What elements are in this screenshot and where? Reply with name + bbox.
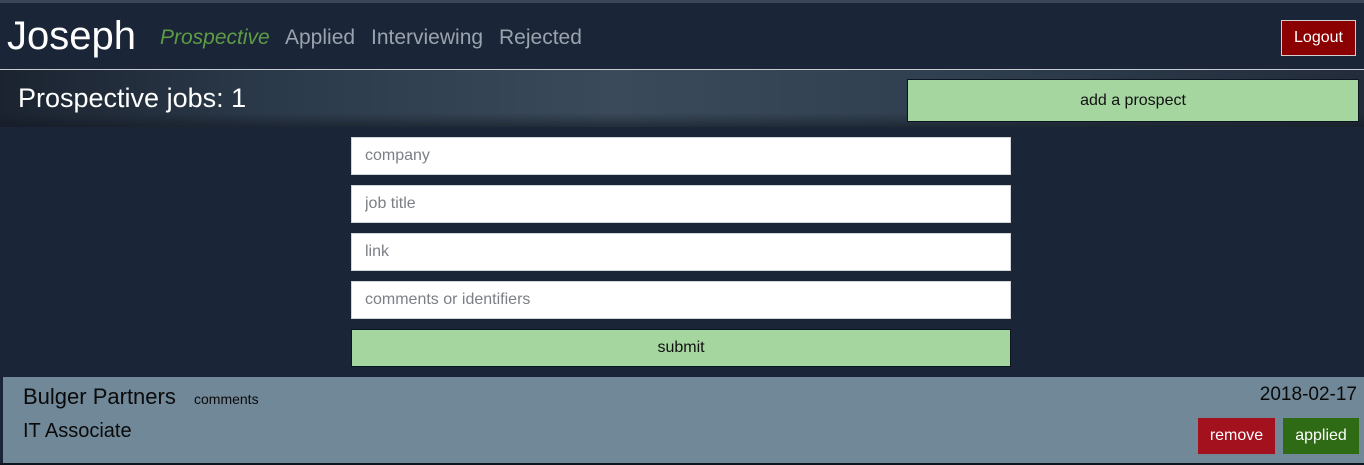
job-card: Bulger Partners comments IT Associate 20… [3, 377, 1364, 463]
submit-button[interactable]: submit [351, 329, 1011, 367]
top-navbar: Joseph Prospective Applied Interviewing … [0, 0, 1364, 69]
logout-button[interactable]: Logout [1281, 20, 1356, 56]
remove-button[interactable]: remove [1198, 418, 1275, 454]
nav-prospective[interactable]: Prospective [160, 25, 270, 51]
comments-input[interactable] [351, 281, 1011, 319]
nav-interviewing[interactable]: Interviewing [371, 25, 483, 51]
job-company: Bulger Partners [23, 384, 176, 409]
link-input[interactable] [351, 233, 1011, 271]
company-input[interactable] [351, 137, 1011, 175]
job-title: IT Associate [23, 420, 132, 442]
nav-rejected[interactable]: Rejected [499, 25, 582, 51]
job-date: 2018-02-17 [1259, 384, 1357, 405]
brand-name[interactable]: Joseph [7, 13, 136, 59]
applied-button[interactable]: applied [1283, 418, 1359, 454]
nav-applied[interactable]: Applied [285, 25, 355, 51]
add-prospect-button[interactable]: add a prospect [907, 79, 1359, 122]
job-comments-link[interactable]: comments [194, 391, 259, 408]
job-title-input[interactable] [351, 185, 1011, 223]
prospective-count-heading: Prospective jobs: 1 [18, 83, 247, 113]
section-banner: Prospective jobs: 1 add a prospect [0, 70, 1364, 127]
